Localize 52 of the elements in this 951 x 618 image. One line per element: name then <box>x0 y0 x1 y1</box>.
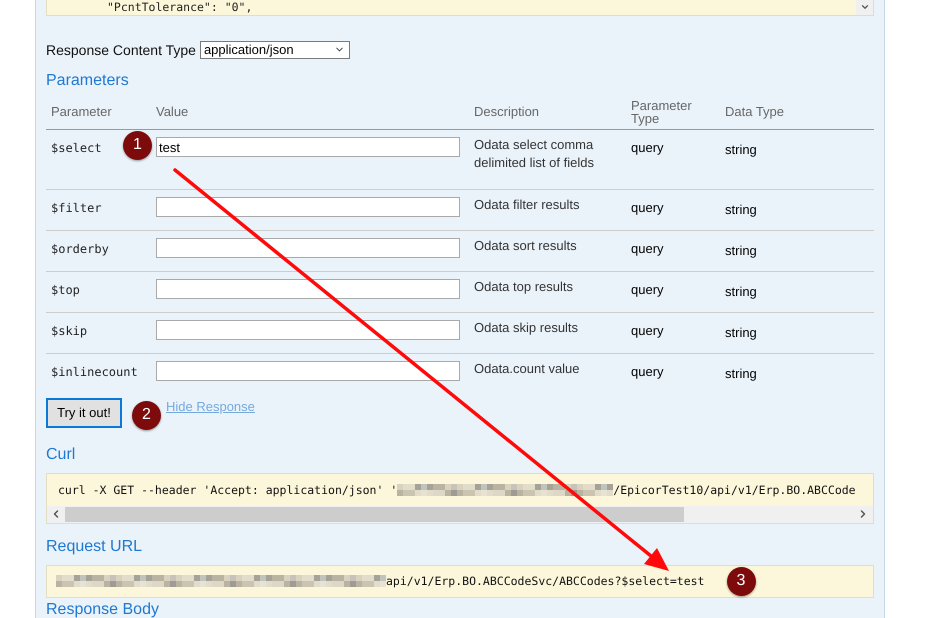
parameter-type: query <box>631 364 664 379</box>
parameter-value-field[interactable] <box>156 320 460 340</box>
data-type: string <box>725 242 757 258</box>
content-type-select[interactable]: application/json <box>200 40 350 59</box>
parameter-type: query <box>631 240 664 256</box>
try-it-out-button[interactable]: Try it out! <box>46 398 122 428</box>
data-type: string <box>725 284 757 299</box>
data-type: string <box>725 202 757 217</box>
horizontal-scrollbar[interactable] <box>47 506 873 523</box>
parameter-type: query <box>631 322 664 338</box>
parameter-name: $orderby <box>51 242 109 256</box>
parameter-value-field[interactable] <box>156 197 460 218</box>
parameter-value-field[interactable] <box>156 279 460 300</box>
parameter-value-field[interactable]: test <box>156 137 460 158</box>
parameter-description: Odata select comma delimited list of fields <box>474 136 595 172</box>
step-number-badge: 3 <box>726 566 756 596</box>
parameter-description: Odata skip results <box>474 318 580 337</box>
step-number-badge: 1 <box>123 130 152 160</box>
step-number-badge: 2 <box>132 400 161 430</box>
column-header: Parameter Type <box>631 98 693 125</box>
data-type: string <box>725 324 757 340</box>
column-header: Data Type <box>725 104 784 118</box>
data-type: string <box>725 366 757 381</box>
section-heading: Request URL <box>46 536 142 557</box>
parameter-name: $skip <box>51 324 88 338</box>
parameter-name: $top <box>51 282 80 297</box>
parameter-type: query <box>631 282 664 297</box>
parameter-type: query <box>631 140 664 155</box>
request-url: api/v1/Erp.BO.ABCCodeSvc/ABCCodes?$select=test <box>386 574 704 588</box>
scrollbar-thumb[interactable] <box>65 506 684 522</box>
parameter-value-field[interactable] <box>156 238 460 258</box>
code-line: "PcntTolerance": "0", <box>107 0 254 14</box>
parameter-description: Odata top results <box>474 278 574 296</box>
parameter-value-field[interactable] <box>156 361 460 382</box>
curl-command: curl -X GET --header 'Accept: application/json' ' <box>58 482 398 497</box>
column-header: Parameter <box>51 104 112 118</box>
section-heading: Response Body <box>46 602 159 618</box>
section-heading: Curl <box>46 444 76 465</box>
curl-command: /EpicorTest10/api/v1/Erp.BO.ABCCode <box>613 482 856 497</box>
column-header: Description <box>474 104 540 118</box>
field-label: Response Content Type <box>46 40 196 59</box>
section-heading: Parameters <box>46 70 129 91</box>
parameter-description: Odata.count value <box>474 360 581 378</box>
parameter-name: $filter <box>51 200 102 215</box>
parameter-name: $inlinecount <box>51 364 138 379</box>
column-header: Value <box>156 104 188 118</box>
parameter-description: Odata filter results <box>474 196 580 214</box>
parameter-type: query <box>631 200 664 215</box>
parameter-name: $select <box>51 140 102 155</box>
vertical-scrollbar[interactable] <box>856 0 873 15</box>
data-type: string <box>725 142 757 157</box>
parameter-description: Odata sort results <box>474 236 578 255</box>
